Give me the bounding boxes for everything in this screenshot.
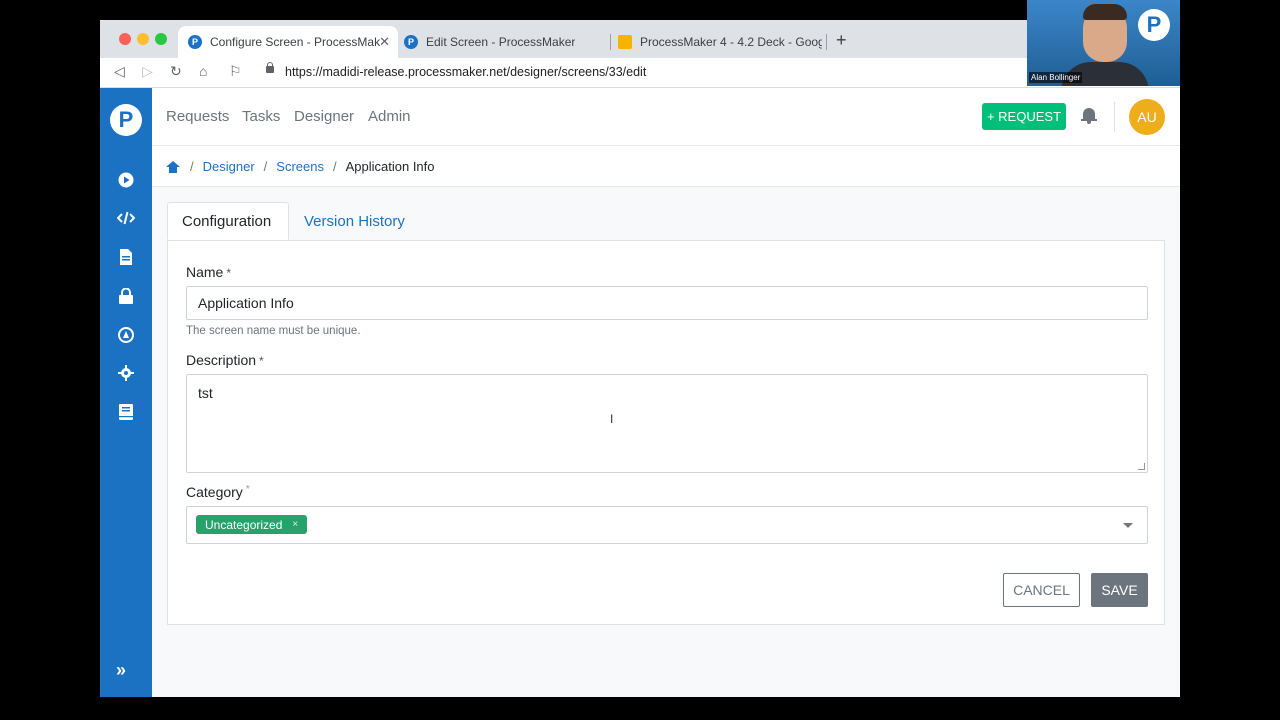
name-help-text: The screen name must be unique.	[186, 325, 361, 337]
text-cursor-icon: I	[610, 412, 614, 426]
gear-icon[interactable]	[116, 363, 136, 383]
user-avatar[interactable]: AU	[1129, 99, 1165, 135]
processmaker-logo-icon[interactable]: P	[110, 104, 142, 136]
minimize-window-button[interactable]	[137, 33, 149, 45]
breadcrumb-current: Application Info	[345, 159, 435, 174]
notifications-bell-icon[interactable]	[1080, 107, 1098, 125]
nav-designer[interactable]: Designer	[294, 108, 354, 125]
presenter-name: Alan Bollinger	[1029, 72, 1083, 83]
resize-handle[interactable]	[1138, 463, 1145, 470]
nav-admin[interactable]: Admin	[368, 108, 411, 125]
description-label: Description *	[186, 352, 264, 368]
home-icon[interactable]	[166, 160, 180, 173]
configuration-card: Name * Application Info The screen name m…	[167, 240, 1165, 625]
close-window-button[interactable]	[119, 33, 131, 45]
reload-icon[interactable]: ↻	[170, 63, 182, 80]
breadcrumb-separator: /	[190, 159, 194, 174]
nav-tasks[interactable]: Tasks	[242, 108, 280, 125]
category-chip-label: Uncategorized	[205, 517, 283, 532]
processmaker-favicon-icon: P	[188, 35, 202, 49]
lock-icon[interactable]	[116, 286, 136, 306]
category-label: Category *	[186, 484, 250, 500]
name-label: Name *	[186, 264, 232, 280]
breadcrumb-screens[interactable]: Screens	[276, 159, 324, 174]
slides-favicon-icon	[618, 35, 632, 49]
browser-window: P Configure Screen - ProcessMak ✕ P Edit…	[100, 20, 1180, 697]
processmaker-logo-icon: P	[1138, 9, 1170, 41]
back-icon[interactable]: ◁	[114, 63, 125, 80]
breadcrumb-bar: / Designer / Screens / Application Info	[152, 146, 1180, 187]
address-bar: ◁ ▷ ↻ ⌂ ⚐ https://madidi-release.process…	[100, 58, 1180, 88]
presenter-hair	[1083, 4, 1127, 20]
sidebar: P »	[100, 88, 152, 697]
document-icon[interactable]	[116, 247, 136, 267]
nav-requests[interactable]: Requests	[166, 108, 229, 125]
new-tab-button[interactable]: +	[836, 30, 847, 51]
browser-tab-label: Edit Screen - ProcessMaker	[426, 35, 576, 49]
zoom-window-button[interactable]	[155, 33, 167, 45]
category-select[interactable]: Uncategorized ×	[186, 506, 1148, 544]
name-field[interactable]: Application Info	[186, 286, 1148, 320]
bookmark-icon[interactable]: ⚐	[229, 63, 242, 80]
forward-icon[interactable]: ▷	[142, 63, 153, 80]
close-tab-icon[interactable]: ✕	[379, 34, 390, 50]
browser-tab-label: ProcessMaker 4 - 4.2 Deck - Goog	[640, 35, 822, 49]
browser-tabbar: P Configure Screen - ProcessMak ✕ P Edit…	[100, 20, 1180, 58]
breadcrumb-separator: /	[332, 159, 337, 174]
remove-chip-icon[interactable]: ×	[292, 519, 298, 530]
top-navbar: Requests Tasks Designer Admin + REQUEST …	[152, 88, 1180, 146]
save-button[interactable]: SAVE	[1091, 573, 1148, 607]
browser-tab-configure-screen[interactable]: P Configure Screen - ProcessMak ✕	[178, 26, 398, 58]
gauge-icon[interactable]	[116, 325, 136, 345]
browser-tab-deck[interactable]: ProcessMaker 4 - 4.2 Deck - Goog	[608, 26, 824, 58]
url-input[interactable]: https://madidi-release.processmaker.net/…	[285, 65, 646, 79]
tab-configuration[interactable]: Configuration	[167, 202, 289, 240]
book-icon[interactable]	[116, 402, 136, 422]
home-icon[interactable]: ⌂	[199, 63, 207, 79]
expand-sidebar-icon[interactable]: »	[116, 660, 126, 681]
name-field-value: Application Info	[198, 295, 294, 311]
category-chip: Uncategorized ×	[196, 515, 308, 534]
breadcrumb-designer[interactable]: Designer	[203, 159, 255, 174]
description-field-value: tst	[198, 385, 213, 401]
cancel-button[interactable]: CANCEL	[1003, 573, 1080, 607]
breadcrumb: / Designer / Screens / Application Info	[166, 159, 435, 174]
description-field[interactable]: tst	[186, 374, 1148, 473]
lock-icon	[266, 62, 274, 73]
code-icon[interactable]	[116, 208, 136, 228]
main-content: Configuration Version History Name * Appl…	[152, 187, 1180, 697]
new-request-button[interactable]: + REQUEST	[982, 103, 1066, 130]
tab-version-history[interactable]: Version History	[290, 202, 419, 240]
browser-tab-edit-screen[interactable]: P Edit Screen - ProcessMaker	[394, 26, 608, 58]
chevron-down-icon[interactable]	[1123, 523, 1133, 528]
browser-tab-label: Configure Screen - ProcessMak	[210, 35, 380, 49]
processmaker-favicon-icon: P	[404, 35, 418, 49]
play-circle-icon[interactable]	[116, 170, 136, 190]
nav-divider	[1114, 102, 1115, 132]
breadcrumb-separator: /	[263, 159, 268, 174]
tab-separator	[826, 34, 827, 50]
webcam-overlay: P Alan Bollinger	[1027, 0, 1180, 86]
